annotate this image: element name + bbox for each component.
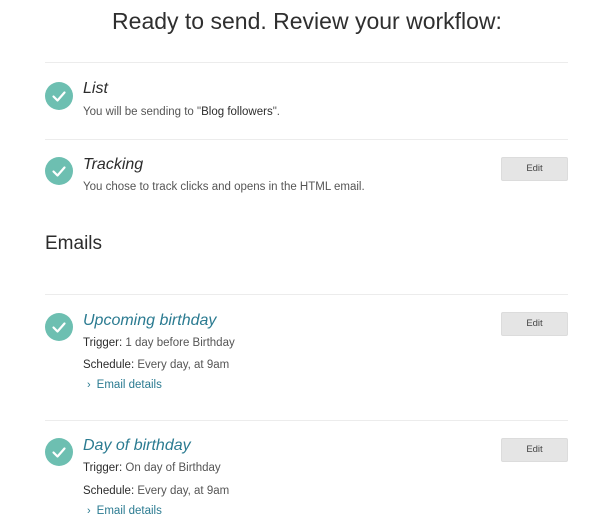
checkmark-circle-icon: [45, 157, 73, 185]
list-name: Blog followers: [201, 106, 273, 118]
list-step-description: You will be sending to "Blog followers".: [83, 106, 280, 118]
email-trigger: Trigger: 1 day before Birthday: [83, 337, 235, 349]
tracking-step-title: Tracking: [83, 156, 144, 173]
email-edit-button[interactable]: Edit: [501, 312, 568, 336]
email-edit-button[interactable]: Edit: [501, 438, 568, 462]
email-title-upcoming-birthday[interactable]: Upcoming birthday: [83, 312, 216, 330]
list-step-title: List: [83, 80, 108, 97]
email-details-link[interactable]: › Email details: [87, 379, 162, 391]
emails-section-heading: Emails: [45, 233, 103, 254]
tracking-edit-button[interactable]: Edit: [501, 157, 568, 181]
page-title: Ready to send. Review your workflow:: [112, 8, 502, 34]
email-schedule: Schedule: Every day, at 9am: [83, 485, 230, 497]
email-details-link[interactable]: › Email details: [87, 505, 162, 517]
email-title-day-of-birthday[interactable]: Day of birthday: [83, 437, 191, 455]
chevron-right-icon: ›: [87, 379, 91, 391]
divider: [45, 294, 568, 295]
tracking-step-description: You chose to track clicks and opens in t…: [83, 181, 365, 193]
checkmark-circle-icon: [45, 313, 73, 341]
divider: [45, 420, 568, 421]
email-schedule: Schedule: Every day, at 9am: [83, 359, 230, 371]
email-trigger: Trigger: On day of Birthday: [83, 462, 221, 474]
chevron-right-icon: ›: [87, 505, 91, 517]
checkmark-circle-icon: [45, 82, 73, 110]
divider: [45, 62, 568, 63]
checkmark-circle-icon: [45, 438, 73, 466]
divider: [45, 139, 568, 140]
